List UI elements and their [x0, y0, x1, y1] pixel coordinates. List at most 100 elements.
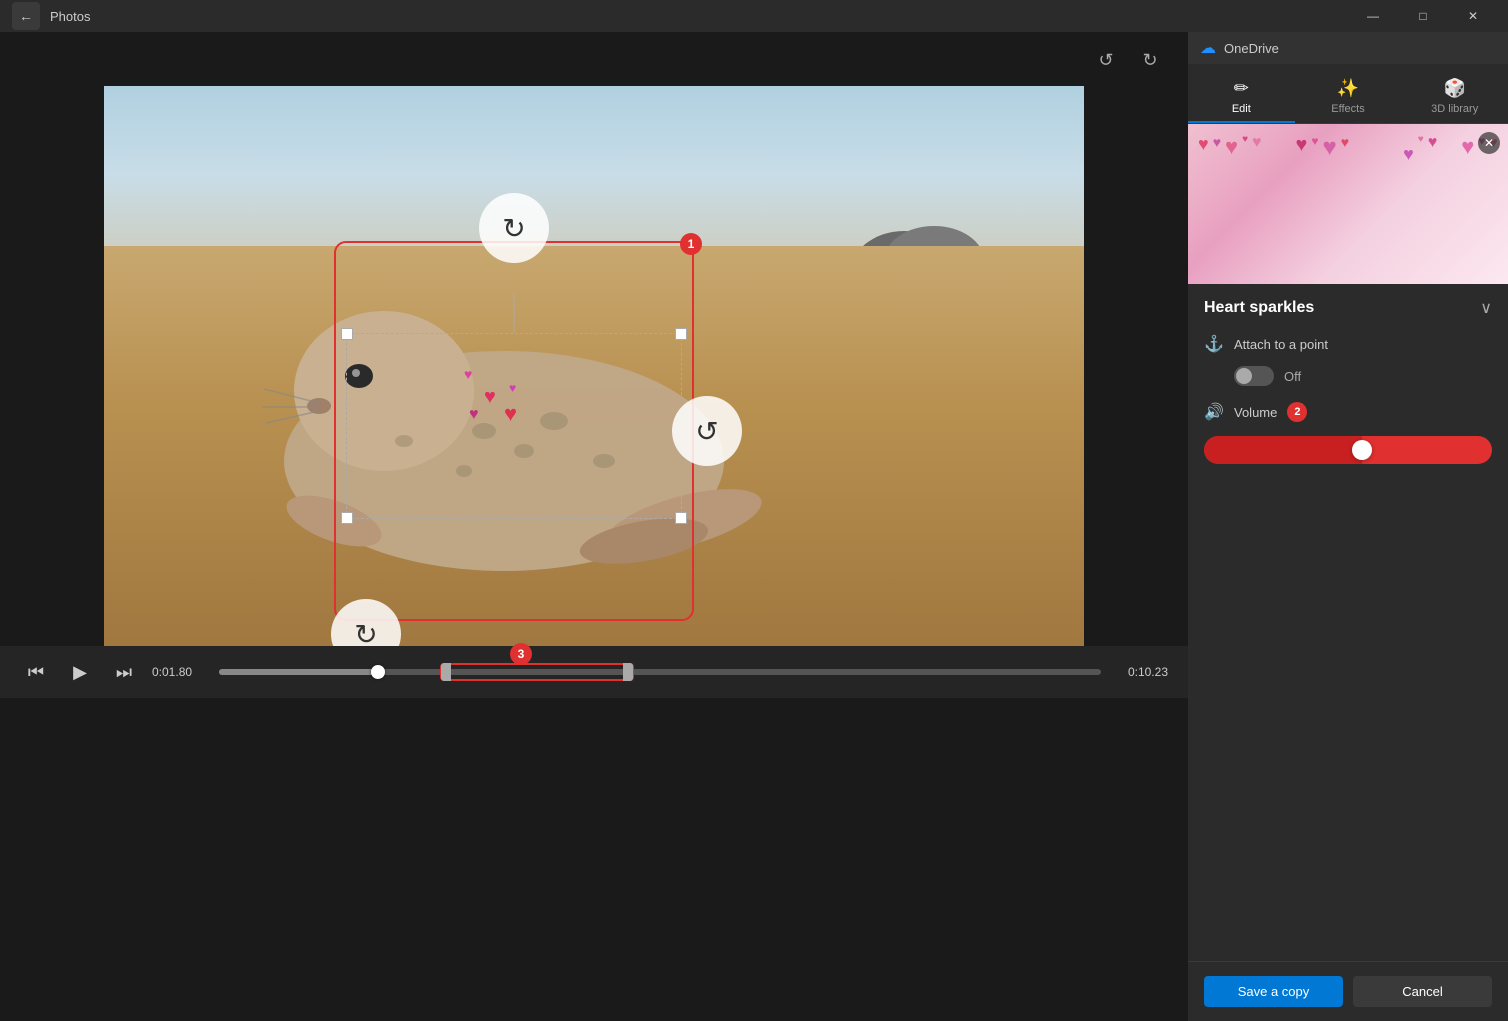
- end-time: 0:10.23: [1113, 665, 1168, 679]
- panel-bottom-buttons: Save a copy Cancel: [1188, 961, 1508, 1021]
- selection-box[interactable]: 1 ↻: [334, 241, 694, 621]
- anchor-icon: ⚓: [1204, 334, 1224, 354]
- connector-line: [514, 293, 515, 333]
- effects-tab-icon: ✨: [1337, 78, 1359, 99]
- preview-heart-13: ♥: [1461, 134, 1474, 160]
- play-button[interactable]: ▶: [64, 656, 96, 688]
- editor-area: ↺ ↻: [0, 32, 1188, 1021]
- volume-badge: 2: [1287, 402, 1307, 422]
- tab-3dlibrary[interactable]: 🎲 3D library: [1401, 72, 1508, 123]
- preview-heart-3: ♥: [1225, 134, 1238, 160]
- preview-heart-8: ♥: [1323, 134, 1337, 162]
- rotate-cw-icon: ↻: [502, 212, 525, 245]
- maximize-icon: □: [1419, 9, 1426, 23]
- 3dlibrary-tab-label: 3D library: [1431, 103, 1478, 115]
- rotate-top-handle[interactable]: ↻: [479, 193, 549, 263]
- current-time: 0:01.80: [152, 665, 207, 679]
- timeline-progress: [219, 669, 378, 675]
- minimize-icon: —: [1367, 9, 1379, 23]
- preview-heart-11: ♥: [1418, 134, 1424, 145]
- attach-label: Attach to a point: [1234, 337, 1328, 352]
- edit-tab-label: Edit: [1232, 103, 1251, 115]
- flip-icon: ↺: [695, 415, 718, 448]
- volume-slider-fill: [1204, 436, 1362, 464]
- skip-back-button[interactable]: ⏮: [20, 656, 52, 688]
- volume-label: Volume: [1234, 405, 1277, 420]
- preview-heart-9: ♥: [1341, 134, 1349, 150]
- playback-row: ⏮ ▶ ⏭ 0:01.80 3: [20, 656, 1168, 688]
- skip-fwd-icon: ⏭: [116, 662, 132, 683]
- timeline-thumb[interactable]: [371, 665, 385, 679]
- tab-edit[interactable]: ✏ Edit: [1188, 72, 1295, 123]
- right-panel: ☁ OneDrive ✏ Edit ✨ Effects 🎲 3D library: [1188, 32, 1508, 1021]
- flip-handle[interactable]: ↺: [672, 396, 742, 466]
- edit-tab-icon: ✏: [1234, 78, 1249, 99]
- selection-range-right-handle[interactable]: [623, 663, 633, 681]
- video-background: ♥ ♥ ♥ ♥ ♥ 1 ↻: [104, 86, 1084, 646]
- selection-range-left-handle[interactable]: [441, 663, 451, 681]
- toolbar-row: ↺ ↻: [0, 42, 1188, 86]
- onedrive-header: ☁ OneDrive: [1188, 32, 1508, 64]
- save-copy-button[interactable]: Save a copy: [1204, 976, 1343, 1007]
- bottom-controls: ⏮ ▶ ⏭ 0:01.80 3: [0, 646, 1188, 698]
- preview-hearts: ♥ ♥ ♥ ♥ ♥ ♥ ♥ ♥ ♥ ♥ ♥ ♥ ♥ ♥ ♥: [1188, 124, 1508, 284]
- timeline-selection-range[interactable]: 3: [440, 663, 634, 681]
- cancel-button[interactable]: Cancel: [1353, 976, 1492, 1007]
- minimize-button[interactable]: —: [1350, 0, 1396, 32]
- effects-tab-label: Effects: [1331, 103, 1364, 115]
- effect-panel: ♥ ♥ ♥ ♥ ♥ ♥ ♥ ♥ ♥ ♥ ♥ ♥ ♥ ♥ ♥ ✕: [1188, 124, 1508, 961]
- volume-row: 🔊 Volume 2: [1204, 402, 1492, 422]
- back-icon: ←: [19, 8, 33, 24]
- transform-box[interactable]: [346, 333, 682, 519]
- selection-badge: 1: [680, 233, 702, 255]
- preview-heart-1: ♥: [1198, 134, 1209, 155]
- handle-tl[interactable]: [341, 328, 353, 340]
- rotate-bottom-handle[interactable]: ↻: [331, 599, 401, 646]
- preview-close-button[interactable]: ✕: [1478, 132, 1500, 154]
- undo-icon: ↺: [1098, 50, 1113, 71]
- tab-effects[interactable]: ✨ Effects: [1295, 72, 1402, 123]
- app-title: Photos: [50, 9, 90, 24]
- preview-heart-5: ♥: [1252, 134, 1262, 152]
- volume-slider[interactable]: [1204, 436, 1492, 464]
- volume-icon: 🔊: [1204, 402, 1224, 422]
- title-bar: ← Photos — □ ✕: [0, 0, 1508, 32]
- toggle-thumb: [1236, 368, 1252, 384]
- handle-tr[interactable]: [675, 328, 687, 340]
- volume-slider-thumb[interactable]: [1352, 440, 1372, 460]
- chevron-expand-button[interactable]: ∨: [1480, 298, 1492, 318]
- redo-button[interactable]: ↻: [1132, 42, 1168, 78]
- undo-button[interactable]: ↺: [1088, 42, 1124, 78]
- toggle-switch[interactable]: [1234, 366, 1274, 386]
- effect-preview-image: ♥ ♥ ♥ ♥ ♥ ♥ ♥ ♥ ♥ ♥ ♥ ♥ ♥ ♥ ♥ ✕: [1188, 124, 1508, 284]
- preview-heart-6: ♥: [1296, 134, 1308, 157]
- skip-forward-button[interactable]: ⏭: [108, 656, 140, 688]
- effect-title-row: Heart sparkles ∨: [1204, 298, 1492, 318]
- onedrive-title: OneDrive: [1224, 41, 1279, 56]
- preview-heart-12: ♥: [1428, 134, 1438, 152]
- onedrive-icon: ☁: [1200, 38, 1216, 58]
- timeline-track[interactable]: 3: [219, 669, 1101, 675]
- tab-bar: ✏ Edit ✨ Effects 🎲 3D library: [1188, 64, 1508, 124]
- rotate-ccw-icon: ↻: [354, 618, 377, 647]
- handle-br[interactable]: [675, 512, 687, 524]
- window-controls: — □ ✕: [1350, 0, 1496, 32]
- play-icon: ▶: [73, 662, 87, 683]
- maximize-button[interactable]: □: [1400, 0, 1446, 32]
- handle-bl[interactable]: [341, 512, 353, 524]
- preview-heart-2: ♥: [1213, 134, 1221, 150]
- attach-to-point-row[interactable]: ⚓ Attach to a point: [1204, 334, 1492, 354]
- close-button[interactable]: ✕: [1450, 0, 1496, 32]
- effect-controls: Heart sparkles ∨ ⚓ Attach to a point Off: [1188, 284, 1508, 478]
- main-content: ↺ ↻: [0, 32, 1508, 1021]
- preview-heart-7: ♥: [1311, 134, 1318, 148]
- preview-heart-4: ♥: [1242, 134, 1248, 145]
- timeline-badge: 3: [510, 643, 532, 665]
- effect-title: Heart sparkles: [1204, 299, 1314, 317]
- redo-icon: ↻: [1142, 50, 1157, 71]
- skip-back-icon: ⏮: [28, 662, 44, 683]
- preview-heart-10: ♥: [1403, 144, 1414, 165]
- toggle-label: Off: [1284, 369, 1301, 384]
- video-canvas[interactable]: ♥ ♥ ♥ ♥ ♥ 1 ↻: [104, 86, 1084, 646]
- back-button[interactable]: ←: [12, 2, 40, 30]
